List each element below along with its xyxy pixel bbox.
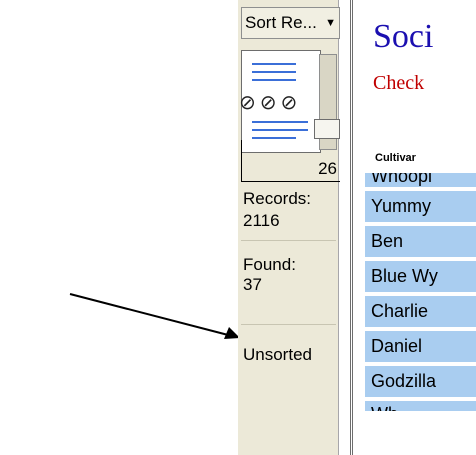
list-item[interactable]: Whoopi [365,173,476,187]
list-item[interactable]: Godzilla [365,366,476,397]
divider [241,324,336,325]
book-rings-icon: ⊘⊘⊘ [239,92,302,114]
status-panel: Sort Re... ▼ ⊘⊘⊘ 26 Records: 2116 Found:… [238,0,340,455]
page-subtitle: Check [373,72,425,94]
current-record-number[interactable]: 26 [241,140,340,182]
found-count: 37 [243,275,262,294]
records-count: 2116 [243,211,280,230]
list-item[interactable]: Wh [365,401,476,411]
sort-records-menu[interactable]: Sort Re... ▼ [241,7,340,39]
list-item[interactable]: Daniel [365,331,476,362]
column-header-cultivar: Cultivar [375,152,416,164]
divider [241,240,336,241]
records-label: Records: [243,189,312,208]
list-item[interactable]: Yummy [365,191,476,222]
record-slider-thumb[interactable] [314,119,340,139]
list-item[interactable]: Blue Wy [365,261,476,292]
record-list: Whoopi Yummy Ben Blue Wy Charlie Daniel … [365,173,476,415]
record-number-value: 26 [318,159,337,178]
found-label: Found: [243,255,296,274]
sort-status: Unsorted [243,345,312,364]
page-title: Soci [373,18,434,55]
list-item[interactable]: Charlie [365,296,476,327]
chevron-down-icon: ▼ [325,17,336,29]
sort-menu-label: Sort Re... [245,13,317,32]
layout-content: Soci Check Cultivar Whoopi Yummy Ben Blu… [350,0,476,455]
list-item[interactable]: Ben [365,226,476,257]
